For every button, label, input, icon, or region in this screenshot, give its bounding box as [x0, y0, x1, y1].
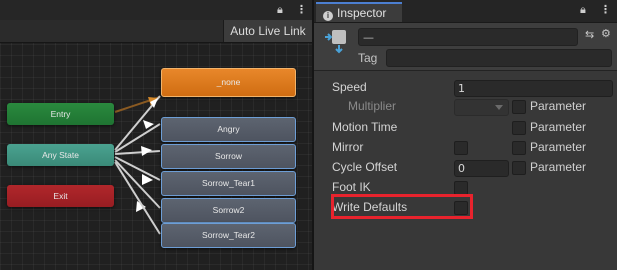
state-icon: [325, 30, 346, 54]
motion-time-parameter-checkbox[interactable]: [512, 121, 526, 135]
state-node-sorrow-tear2[interactable]: Sorrow_Tear2: [161, 223, 296, 248]
mirror-checkbox[interactable]: [454, 141, 468, 155]
exit-node[interactable]: Exit: [7, 185, 114, 207]
speed-field[interactable]: 1: [454, 80, 613, 97]
cycle-offset-label: Cycle Offset: [332, 160, 398, 174]
multiplier-dropdown[interactable]: [454, 99, 509, 116]
foot-ik-checkbox[interactable]: [454, 181, 468, 195]
inspector-header: — ⇆ ⚙ Tag: [314, 23, 617, 71]
entry-node[interactable]: Entry: [7, 103, 114, 125]
state-node-sorrow[interactable]: Sorrow: [161, 144, 296, 169]
inspector-panel: i Inspector 🔒︎ ⋮ — ⇆ ⚙ Tag Speed 1 Multip…: [314, 0, 617, 270]
tab-inspector-label: Inspector: [337, 6, 387, 20]
motion-time-row: Motion Time Parameter: [314, 118, 617, 138]
preset-icon[interactable]: ⇆: [585, 28, 594, 41]
motion-time-parameter-label: Parameter: [530, 120, 587, 134]
gear-icon[interactable]: ⚙: [601, 27, 611, 40]
transition-any-angry: [114, 123, 161, 153]
state-node-sorrow2[interactable]: Sorrow2: [161, 198, 296, 223]
transition-any-sorrow: [114, 150, 161, 155]
foot-ik-label: Foot IK: [332, 180, 371, 194]
speed-row: Speed 1: [314, 78, 617, 98]
cycle-offset-row: Cycle Offset 0 Parameter: [314, 158, 617, 178]
lock-icon[interactable]: 🔒︎: [580, 3, 586, 17]
write-defaults-highlight-box: [331, 194, 473, 219]
multiplier-parameter-checkbox[interactable]: [512, 100, 526, 114]
state-node-angry[interactable]: Angry: [161, 117, 296, 142]
tab-inspector[interactable]: i Inspector: [316, 2, 402, 22]
speed-label: Speed: [332, 80, 367, 94]
tag-label: Tag: [358, 51, 378, 65]
cycle-offset-parameter-checkbox[interactable]: [512, 161, 526, 175]
tag-field[interactable]: [386, 49, 612, 67]
multiplier-label: Multiplier: [348, 99, 397, 113]
mirror-row: Mirror Parameter: [314, 138, 617, 158]
transition-any-sorrow-tear2: [114, 161, 161, 235]
mirror-parameter-label: Parameter: [530, 140, 587, 154]
more-icon[interactable]: ⋮: [600, 3, 611, 16]
any-state-node[interactable]: Any State: [7, 144, 114, 166]
mirror-label: Mirror: [332, 140, 364, 154]
inspector-tab-bar: i Inspector 🔒︎ ⋮: [314, 0, 617, 23]
chevron-down-icon: [495, 105, 503, 110]
mirror-parameter-checkbox[interactable]: [512, 141, 526, 155]
animator-graph[interactable]: 🔒︎ ⋮ Auto Live Link _none Entry Any Stat…: [0, 0, 312, 270]
state-node-none[interactable]: _none: [161, 68, 296, 97]
multiplier-parameter-label: Parameter: [530, 99, 587, 113]
state-name-field[interactable]: —: [358, 28, 578, 46]
multiplier-row: Multiplier Parameter: [314, 97, 617, 117]
cycle-offset-field[interactable]: 0: [454, 160, 509, 177]
cycle-offset-parameter-label: Parameter: [530, 160, 587, 174]
transition-any-sorrow2: [114, 159, 161, 209]
motion-time-label: Motion Time: [332, 120, 398, 134]
info-icon: i: [323, 11, 333, 21]
state-node-sorrow-tear1[interactable]: Sorrow_Tear1: [161, 171, 296, 196]
